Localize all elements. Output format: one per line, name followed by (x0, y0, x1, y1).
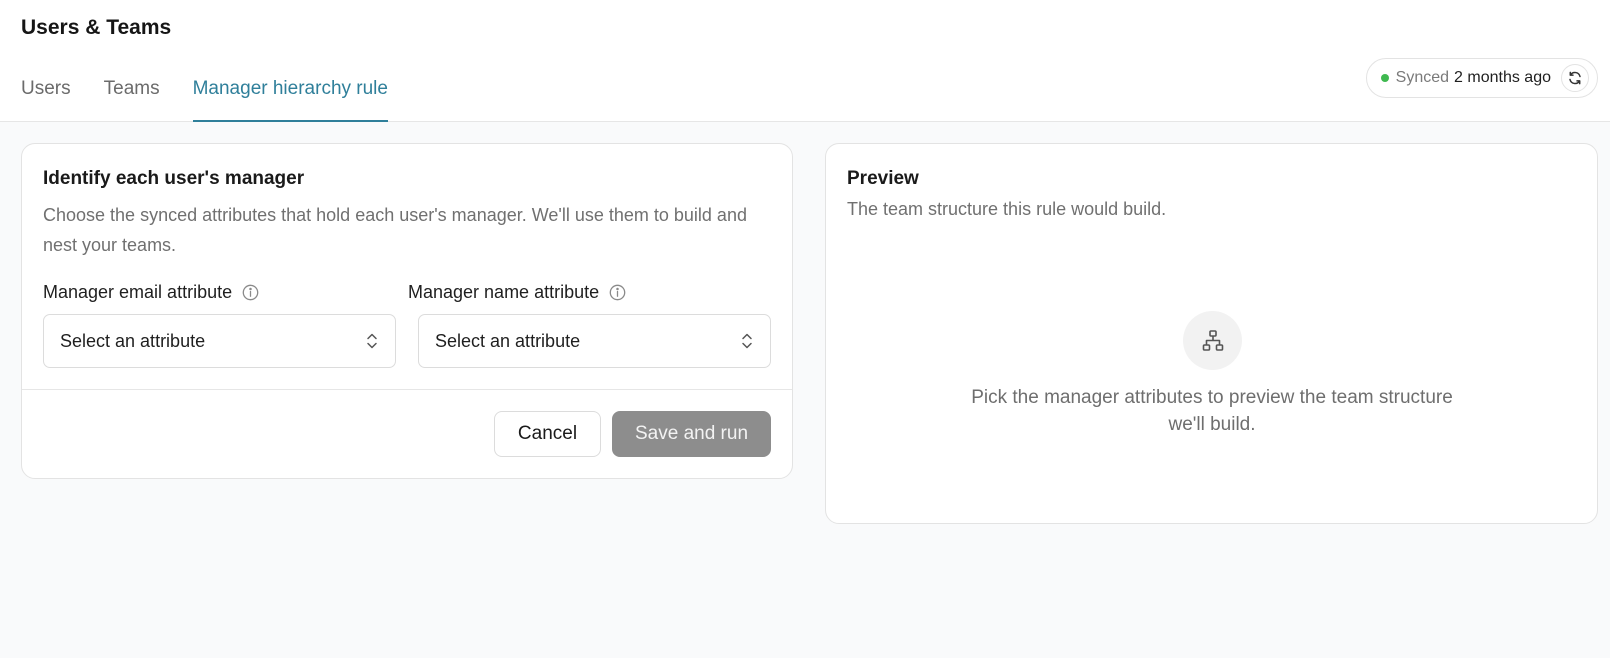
tab-manager-hierarchy-rule[interactable]: Manager hierarchy rule (192, 76, 388, 122)
rule-card-title: Identify each user's manager (43, 168, 305, 189)
cancel-button[interactable]: Cancel (494, 411, 601, 457)
manager-email-label-text: Manager email attribute (43, 282, 233, 302)
hierarchy-icon (1183, 311, 1242, 370)
info-icon[interactable] (242, 284, 259, 301)
sync-status-time: 2 months ago (1454, 69, 1551, 86)
page-header: Users & Teams Users Teams Manager hierar… (0, 0, 1610, 122)
sync-status-label: Synced (1395, 69, 1450, 86)
page-title: Users & Teams (21, 16, 172, 39)
manager-rule-card: Identify each user's manager Choose the … (21, 143, 793, 479)
sync-status: Synced 2 months ago (1365, 58, 1598, 98)
manager-name-select[interactable]: Select an attribute (418, 314, 771, 368)
preview-card: Preview The team structure this rule wou… (825, 143, 1598, 524)
refresh-icon (1569, 71, 1581, 85)
tab-users[interactable]: Users (21, 76, 71, 122)
tab-bar: Users Teams Manager hierarchy rule (21, 76, 421, 122)
preview-empty-message: Pick the manager attributes to preview t… (971, 387, 1453, 435)
info-icon[interactable] (609, 284, 626, 301)
preview-title: Preview (847, 168, 919, 189)
tab-teams[interactable]: Teams (104, 76, 160, 122)
manager-name-label: Manager name attribute (408, 282, 626, 303)
sync-status-dot (1380, 74, 1389, 82)
preview-description: The team structure this rule would build… (847, 199, 1167, 219)
manager-email-label: Manager email attribute (43, 282, 259, 303)
manager-name-label-text: Manager name attribute (408, 282, 600, 302)
rule-card-description: Choose the synced attributes that hold e… (43, 205, 747, 255)
manager-email-select[interactable]: Select an attribute (43, 314, 396, 368)
refresh-button[interactable] (1561, 64, 1589, 92)
chevron-up-down-icon (742, 333, 752, 349)
save-and-run-button[interactable]: Save and run (612, 411, 771, 457)
chevron-up-down-icon (367, 333, 377, 349)
manager-email-select-value: Select an attribute (60, 330, 206, 351)
card-divider (22, 389, 792, 390)
manager-name-select-value: Select an attribute (435, 330, 581, 351)
